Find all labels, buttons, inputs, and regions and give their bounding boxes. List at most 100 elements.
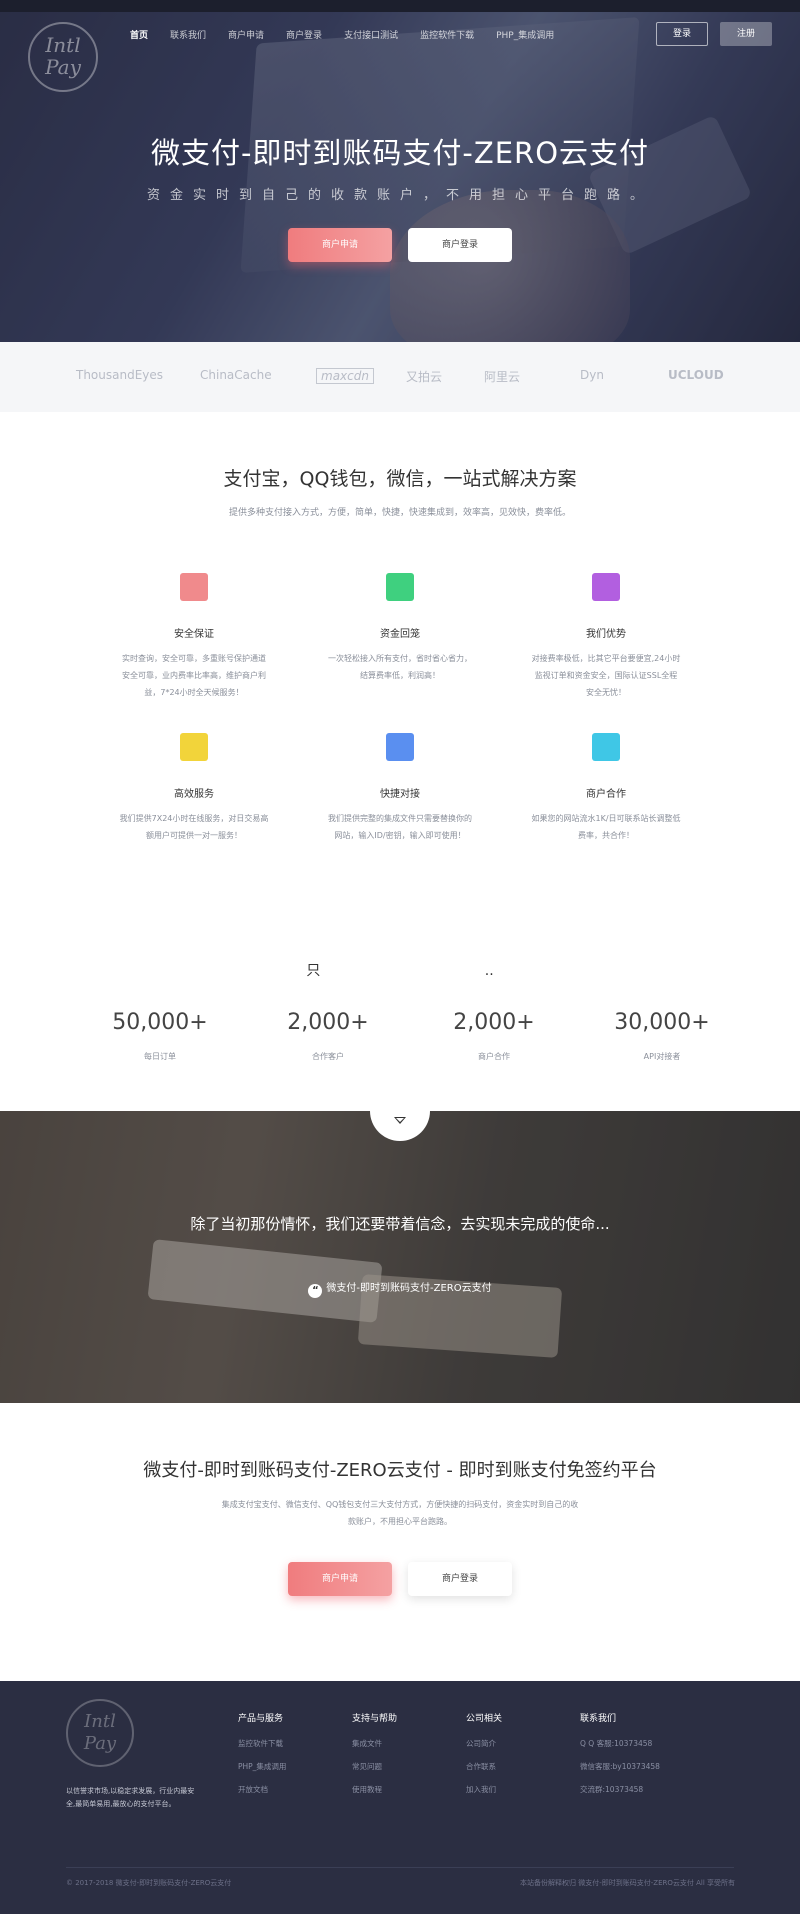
footer-col-contact: 联系我们 Q Q 客服:10373458 微信客服:by10373458 交流群… xyxy=(580,1711,660,1807)
partner-ucloud: UCLOUD xyxy=(668,368,724,382)
site-footer: Intl Pay 以信誉求市场,以稳定求发展，行业内最安全,最简单易用,最放心的支… xyxy=(0,1681,800,1914)
stat-clients: 2,000+ 合作客户 xyxy=(248,1010,408,1062)
feature-title: 我们优势 xyxy=(586,629,626,640)
stat-value: 2,000+ xyxy=(287,1010,369,1035)
partner-dyn: Dyn xyxy=(580,368,604,382)
login-button[interactable]: 登录 xyxy=(656,22,708,46)
feature-cooperation: 商户合作 如果您的网站流水1K/日可联系站长调整低费率，共合作！ xyxy=(506,733,706,844)
stat-label: 合作客户 xyxy=(312,1052,344,1061)
stat-label: API对接者 xyxy=(643,1052,681,1061)
quote-text: 除了当初那份情怀，我们还要带着信念，去实现未完成的使命... xyxy=(190,1215,610,1233)
partner-logos: ThousandEyes ChinaCache maxcdn 又拍云 阿里云 D… xyxy=(0,342,800,412)
nav-api-test[interactable]: 支付接口测试 xyxy=(344,28,398,41)
footer-col-products: 产品与服务 监控软件下载 PHP_集成调用 开放文档 xyxy=(238,1711,286,1807)
stats-title-char: 只 xyxy=(306,963,321,979)
stat-daily-orders: 50,000+ 每日订单 xyxy=(80,1010,240,1062)
feature-title: 资金回笼 xyxy=(380,629,420,640)
feature-title: 商户合作 xyxy=(586,789,626,800)
footer-col-heading: 联系我们 xyxy=(580,1714,617,1724)
quote-source: “微支付-即时到账码支付-ZERO云支付 xyxy=(0,1279,800,1298)
register-button[interactable]: 注册 xyxy=(720,22,772,46)
footer-link[interactable]: 加入我们 xyxy=(466,1784,502,1795)
platform-title: 微支付-即时到账码支付-ZERO云支付 - 即时到账支付免签约平台 xyxy=(143,1460,657,1481)
nav-merchant-apply[interactable]: 商户申请 xyxy=(228,28,264,41)
footer-divider xyxy=(66,1867,734,1868)
footer-col-heading: 支持与帮助 xyxy=(352,1714,398,1724)
feature-desc: 如果您的网站流水1K/日可联系站长调整低费率，共合作！ xyxy=(531,814,681,840)
feature-security: 安全保证 实时查询，安全可靠，多重账号保护通道安全可靠，业内费率比率高，维护商户… xyxy=(94,573,294,701)
platform-apply-button[interactable]: 商户申请 xyxy=(288,1562,392,1596)
feature-desc: 对接费率极低，比其它平台要便宜,24小时监视订单和资金安全，国际认证SSL全程安… xyxy=(531,654,681,697)
footer-link[interactable]: 监控软件下载 xyxy=(238,1738,286,1749)
footer-contact-group: 交流群:10373458 xyxy=(580,1785,644,1794)
main-nav: 首页 联系我们 商户申请 商户登录 支付接口测试 监控软件下载 PHP_集成调用 xyxy=(130,28,576,41)
chart-icon xyxy=(180,733,208,761)
feature-desc: 实时查询，安全可靠，多重账号保护通道安全可靠，业内费率比率高，维护商户利益，7*… xyxy=(122,654,266,697)
pen-icon xyxy=(386,733,414,761)
feature-desc: 一次轻松接入所有支付，省时省心省力，结算费率低，利润高！ xyxy=(328,654,472,680)
feature-title: 安全保证 xyxy=(174,629,214,640)
feature-title: 快捷对接 xyxy=(380,789,420,800)
footer-col-support: 支持与帮助 集成文件 常见问题 使用教程 xyxy=(352,1711,397,1807)
feature-desc: 我们提供完整的集成文件只需要替换你的网站，输入ID/密钥，输入即可使用！ xyxy=(328,814,472,840)
platform-login-button[interactable]: 商户登录 xyxy=(408,1562,512,1596)
hero-login-button[interactable]: 商户登录 xyxy=(408,228,512,262)
footer-link[interactable]: PHP_集成调用 xyxy=(238,1761,286,1772)
nav-home[interactable]: 首页 xyxy=(130,28,148,41)
footer-col-company: 公司相关 公司简介 合作联系 加入我们 xyxy=(466,1711,502,1807)
footer-link[interactable]: 常见问题 xyxy=(352,1761,397,1772)
footer-link[interactable]: 开放文档 xyxy=(238,1784,286,1795)
top-bar xyxy=(0,0,800,12)
partner-upyun: 又拍云 xyxy=(406,370,443,384)
partner-aliyun: 阿里云 xyxy=(484,370,521,384)
footer-about: 以信誉求市场,以稳定求发展，行业内最安全,最简单易用,最放心的支付平台。 xyxy=(66,1787,195,1808)
stats-title-dots: .. xyxy=(484,963,494,979)
footer-record: 本站备份解释权归 微支付-即时到账码支付-ZERO云支付 All 享受所有 xyxy=(520,1879,735,1887)
solution-title: 支付宝，QQ钱包，微信，一站式解决方案 xyxy=(223,468,577,490)
puzzle-icon xyxy=(592,733,620,761)
nav-php-integration[interactable]: PHP_集成调用 xyxy=(496,28,554,41)
partner-thousandeyes: ThousandEyes xyxy=(76,368,164,382)
footer-contact-wechat: 微信客服:by10373458 xyxy=(580,1762,660,1771)
hero-banner: Intl Pay 首页 联系我们 商户申请 商户登录 支付接口测试 监控软件下载 … xyxy=(0,0,800,342)
footer-link[interactable]: 使用教程 xyxy=(352,1784,397,1795)
feature-desc: 我们提供7X24小时在线服务，对日交易高额用户可提供一对一服务！ xyxy=(119,814,269,840)
quote-overlay xyxy=(0,1111,800,1403)
quote-source-text: 微支付-即时到账码支付-ZERO云支付 xyxy=(326,1283,492,1294)
site-logo[interactable]: Intl Pay xyxy=(28,22,98,92)
footer-link[interactable]: 合作联系 xyxy=(466,1761,502,1772)
code-icon xyxy=(386,573,414,601)
partner-maxcdn: maxcdn xyxy=(316,368,374,384)
partner-chinacache: ChinaCache xyxy=(200,368,272,382)
stat-value: 30,000+ xyxy=(614,1010,710,1035)
quote-banner: 除了当初那份情怀，我们还要带着信念，去实现未完成的使命... “微支付-即时到账… xyxy=(0,1111,800,1403)
hero-apply-button[interactable]: 商户申请 xyxy=(288,228,392,262)
footer-link[interactable]: 公司简介 xyxy=(466,1738,502,1749)
feature-funds: 资金回笼 一次轻松接入所有支付，省时省心省力，结算费率低，利润高！ xyxy=(300,573,500,684)
grid-icon xyxy=(592,573,620,601)
nav-monitor-download[interactable]: 监控软件下载 xyxy=(420,28,474,41)
footer-link[interactable]: 集成文件 xyxy=(352,1738,397,1749)
footer-logo[interactable]: Intl Pay xyxy=(66,1699,134,1767)
stat-value: 50,000+ xyxy=(112,1010,208,1035)
stat-merchants: 2,000+ 商户合作 xyxy=(414,1010,574,1062)
footer-col-heading: 产品与服务 xyxy=(238,1714,284,1724)
feature-service: 高效服务 我们提供7X24小时在线服务，对日交易高额用户可提供一对一服务！ xyxy=(94,733,294,844)
solution-subtitle: 提供多种支付接入方式，方便，简单，快捷，快速集成到，效率高，见效快，费率低。 xyxy=(228,508,571,518)
feature-integration: 快捷对接 我们提供完整的集成文件只需要替换你的网站，输入ID/密钥，输入即可使用… xyxy=(300,733,500,844)
hero-title: 微支付-即时到账码支付-ZERO云支付 xyxy=(150,136,650,170)
footer-copyright: © 2017-2018 微支付-即时到账码支付-ZERO云支付 xyxy=(66,1879,232,1887)
feature-title: 高效服务 xyxy=(174,789,214,800)
footer-contact-qq: Q Q 客服:10373458 xyxy=(580,1739,653,1748)
stat-label: 商户合作 xyxy=(478,1052,510,1061)
feature-advantage: 我们优势 对接费率极低，比其它平台要便宜,24小时监视订单和资金安全，国际认证S… xyxy=(506,573,706,701)
platform-desc: 集成支付宝支付、微信支付、QQ钱包支付三大支付方式，方便快捷的扫码支付，资金实时… xyxy=(221,1500,579,1526)
nav-contact[interactable]: 联系我们 xyxy=(170,28,206,41)
scroll-down-icon-inner xyxy=(396,1118,404,1122)
stat-value: 2,000+ xyxy=(453,1010,535,1035)
list-icon xyxy=(180,573,208,601)
stats-title: 只 .. xyxy=(0,960,800,980)
footer-col-heading: 公司相关 xyxy=(466,1714,503,1724)
nav-merchant-login[interactable]: 商户登录 xyxy=(286,28,322,41)
quote-icon: “ xyxy=(308,1284,323,1298)
